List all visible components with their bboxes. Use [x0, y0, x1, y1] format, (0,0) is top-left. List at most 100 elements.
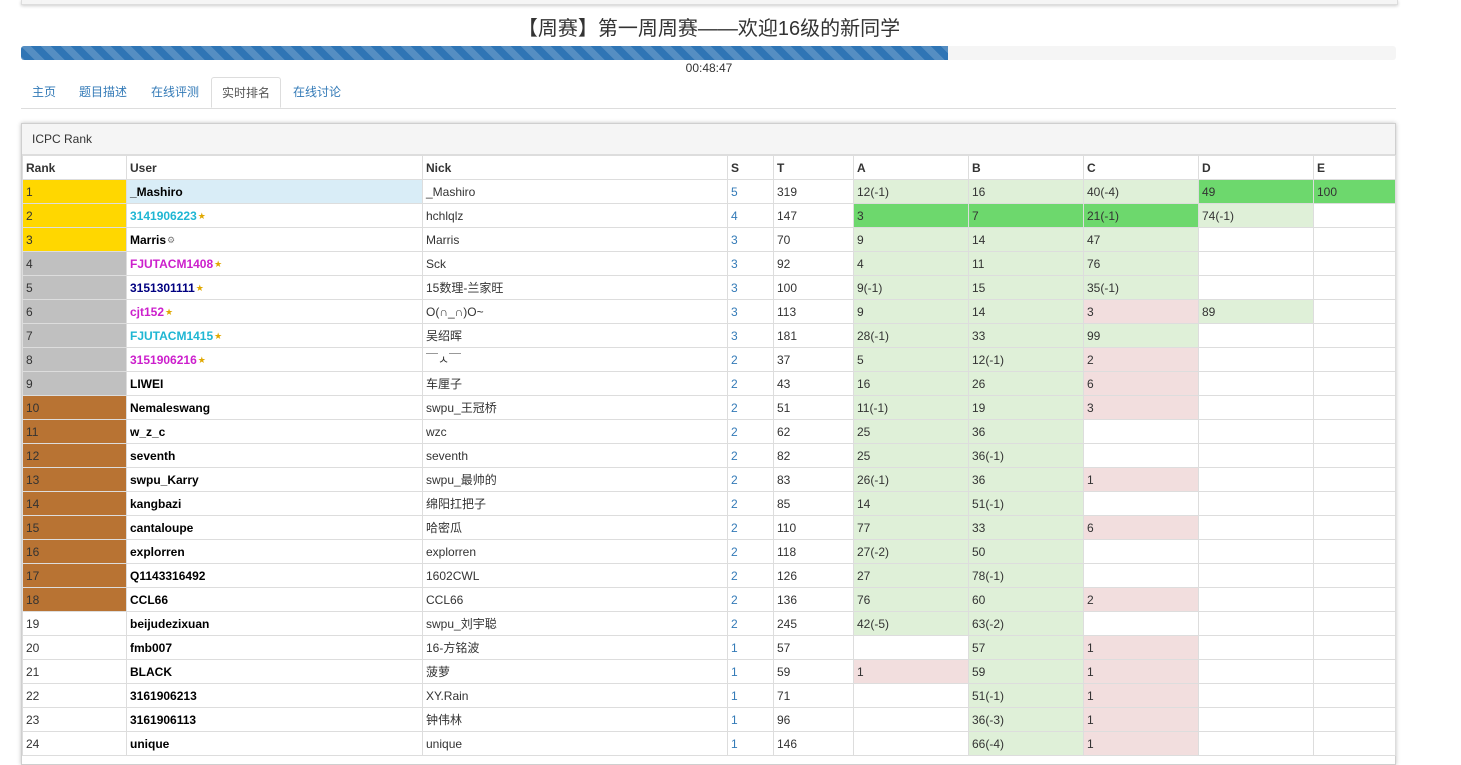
solved-count-cell[interactable]: 3	[727, 275, 774, 300]
username-link[interactable]: kangbazi	[130, 497, 181, 511]
col-problem-e-header[interactable]: E	[1313, 155, 1396, 180]
problem-e-cell	[1313, 395, 1396, 420]
solved-count-cell[interactable]: 1	[727, 683, 774, 708]
solved-count-cell[interactable]: 3	[727, 227, 774, 252]
solved-count-cell[interactable]: 1	[727, 635, 774, 660]
user-cell[interactable]: seventh	[126, 443, 423, 468]
user-cell[interactable]: w_z_c	[126, 419, 423, 444]
user-cell[interactable]: explorren	[126, 539, 423, 564]
tab-home[interactable]: 主页	[21, 77, 67, 108]
solved-count-cell[interactable]: 2	[727, 587, 774, 612]
username-link[interactable]: LIWEI	[130, 377, 163, 391]
username-link[interactable]: 3141906223	[130, 209, 197, 223]
solved-count-cell[interactable]: 3	[727, 251, 774, 276]
user-cell[interactable]: cantaloupe	[126, 515, 423, 540]
user-cell[interactable]: 3151301111★	[126, 275, 423, 300]
username-link[interactable]: w_z_c	[130, 425, 165, 439]
username-link[interactable]: explorren	[130, 545, 185, 559]
username-link[interactable]: beijudezixuan	[130, 617, 209, 631]
table-row: 24 unique unique 1 146 66(-4) 1	[22, 731, 1396, 756]
solved-count-cell[interactable]: 2	[727, 443, 774, 468]
user-cell[interactable]: Marris⚙	[126, 227, 423, 252]
user-cell[interactable]: FJUTACM1408★	[126, 251, 423, 276]
solved-count-cell[interactable]: 2	[727, 515, 774, 540]
solved-count-cell[interactable]: 2	[727, 491, 774, 516]
solved-count-cell[interactable]: 4	[727, 203, 774, 228]
problem-a-cell: 1	[853, 659, 969, 684]
user-cell[interactable]: FJUTACM1415★	[126, 323, 423, 348]
username-link[interactable]: 3161906113	[130, 713, 196, 727]
problem-e-cell	[1313, 707, 1396, 732]
username-link[interactable]: CCL66	[130, 593, 168, 607]
user-cell[interactable]: beijudezixuan	[126, 611, 423, 636]
username-link[interactable]: Q1143316492	[130, 569, 205, 583]
problem-c-cell: 99	[1083, 323, 1199, 348]
username-link[interactable]: fmb007	[130, 641, 172, 655]
username-link[interactable]: FJUTACM1408	[130, 257, 213, 271]
solved-count-cell[interactable]: 1	[727, 707, 774, 732]
username-link[interactable]: cantaloupe	[130, 521, 193, 535]
col-solved-header[interactable]: S	[727, 155, 774, 180]
nick-cell: ￣ㅅ￣	[422, 347, 728, 372]
username-link[interactable]: FJUTACM1415	[130, 329, 213, 343]
user-cell[interactable]: swpu_Karry	[126, 467, 423, 492]
user-cell[interactable]: 3141906223★	[126, 203, 423, 228]
nick-cell: unique	[422, 731, 728, 756]
solved-count-cell[interactable]: 2	[727, 467, 774, 492]
user-cell[interactable]: 3151906216★	[126, 347, 423, 372]
tab-online-judge[interactable]: 在线评测	[139, 77, 211, 108]
problem-c-cell: 1	[1083, 635, 1199, 660]
solved-count-cell[interactable]: 2	[727, 371, 774, 396]
solved-count-cell[interactable]: 2	[727, 563, 774, 588]
solved-count-cell[interactable]: 2	[727, 395, 774, 420]
user-cell[interactable]: 3161906113	[126, 707, 423, 732]
rank-cell: 21	[22, 659, 127, 684]
col-problem-a-header[interactable]: A	[853, 155, 969, 180]
user-cell[interactable]: _Mashiro	[126, 179, 423, 204]
username-link[interactable]: BLACK	[130, 665, 172, 679]
user-cell[interactable]: CCL66	[126, 587, 423, 612]
tab-realtime-rank[interactable]: 实时排名	[211, 77, 281, 108]
solved-count-cell[interactable]: 2	[727, 539, 774, 564]
user-cell[interactable]: Nemaleswang	[126, 395, 423, 420]
col-rank-header[interactable]: Rank	[22, 155, 127, 180]
user-cell[interactable]: Q1143316492	[126, 563, 423, 588]
problem-b-cell: 19	[968, 395, 1084, 420]
username-link[interactable]: Marris	[130, 233, 166, 247]
solved-count-cell[interactable]: 3	[727, 323, 774, 348]
col-problem-c-header[interactable]: C	[1083, 155, 1199, 180]
solved-count-cell[interactable]: 5	[727, 179, 774, 204]
user-cell[interactable]: BLACK	[126, 659, 423, 684]
col-nick-header[interactable]: Nick	[422, 155, 728, 180]
col-time-header[interactable]: T	[773, 155, 854, 180]
user-cell[interactable]: unique	[126, 731, 423, 756]
username-link[interactable]: 3161906213	[130, 689, 197, 703]
user-cell[interactable]: cjt152★	[126, 299, 423, 324]
tab-online-discussion[interactable]: 在线讨论	[282, 77, 352, 108]
solved-count-cell[interactable]: 2	[727, 611, 774, 636]
solved-count-cell[interactable]: 2	[727, 419, 774, 444]
username-link[interactable]: cjt152	[130, 305, 164, 319]
user-cell[interactable]: fmb007	[126, 635, 423, 660]
user-cell[interactable]: kangbazi	[126, 491, 423, 516]
username-link[interactable]: 3151906216	[130, 353, 197, 367]
table-row: 9 LIWEI 车厘子 2 43 16 26 6	[22, 371, 1396, 396]
solved-count-cell[interactable]: 1	[727, 731, 774, 756]
problem-a-cell: 11(-1)	[853, 395, 969, 420]
username-link[interactable]: seventh	[130, 449, 175, 463]
problem-e-cell	[1313, 227, 1396, 252]
username-link[interactable]: Nemaleswang	[130, 401, 210, 415]
solved-count-cell[interactable]: 1	[727, 659, 774, 684]
user-cell[interactable]: LIWEI	[126, 371, 423, 396]
tab-problem-description[interactable]: 题目描述	[68, 77, 138, 108]
col-problem-d-header[interactable]: D	[1198, 155, 1314, 180]
username-link[interactable]: swpu_Karry	[130, 473, 199, 487]
col-problem-b-header[interactable]: B	[968, 155, 1084, 180]
solved-count-cell[interactable]: 3	[727, 299, 774, 324]
col-user-header[interactable]: User	[126, 155, 423, 180]
username-link[interactable]: 3151301111	[130, 281, 195, 295]
username-link[interactable]: _Mashiro	[130, 185, 183, 199]
user-cell[interactable]: 3161906213	[126, 683, 423, 708]
solved-count-cell[interactable]: 2	[727, 347, 774, 372]
username-link[interactable]: unique	[130, 737, 169, 751]
